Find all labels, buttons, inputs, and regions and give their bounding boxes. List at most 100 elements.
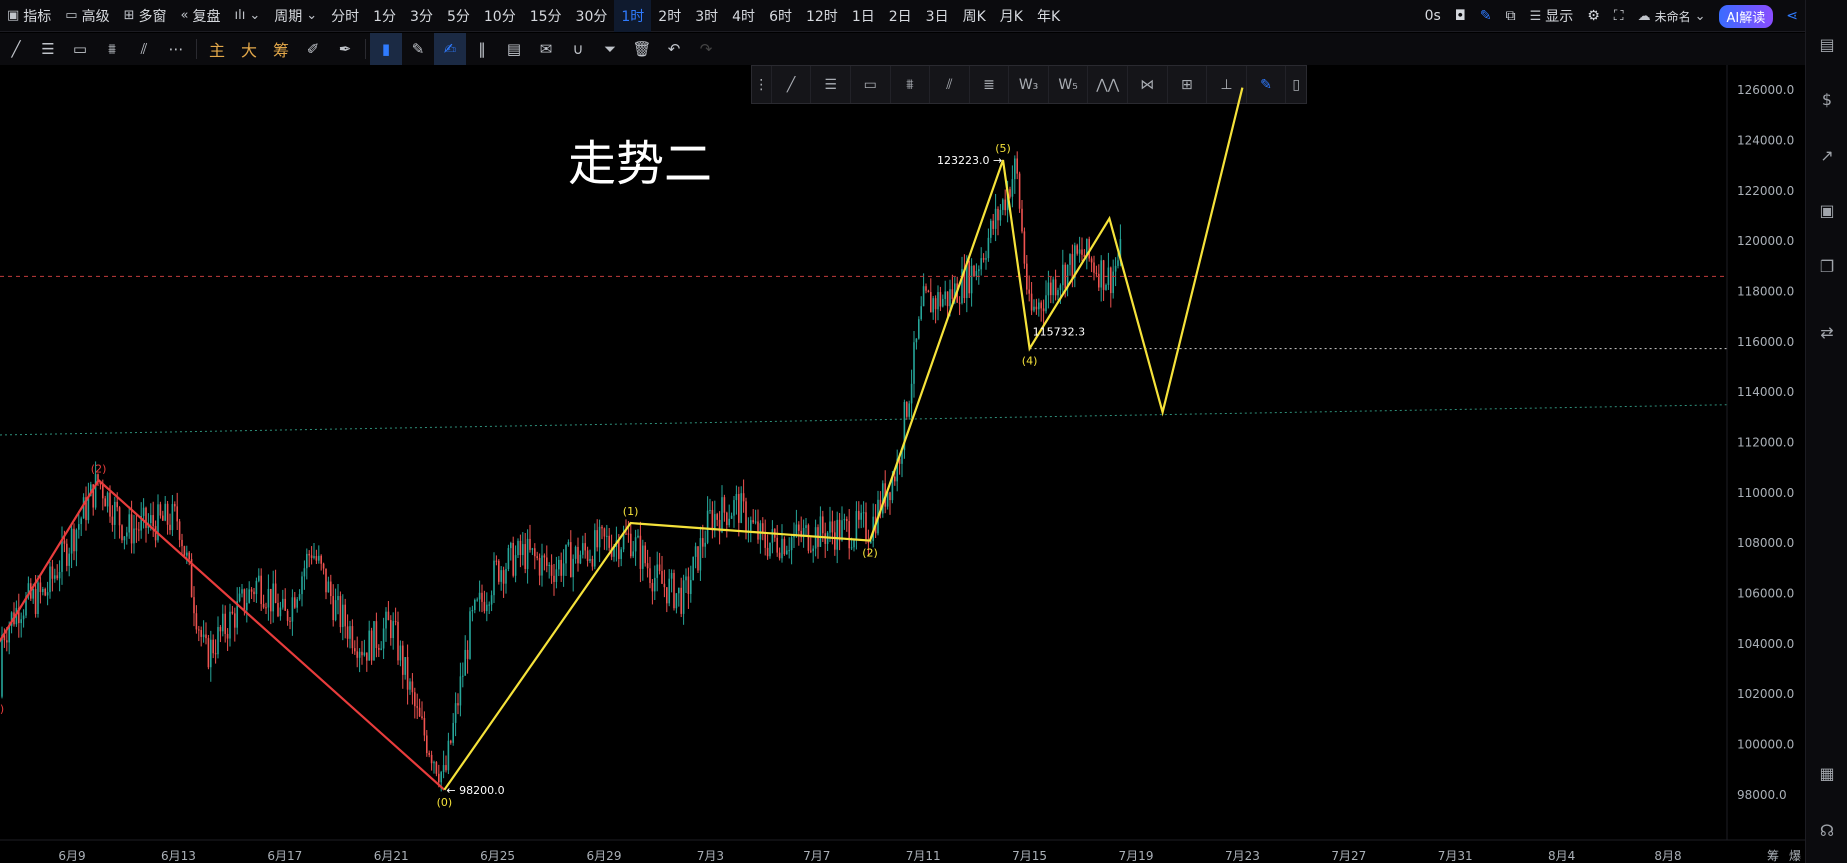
hline-tool-icon[interactable]: ☰ xyxy=(32,33,64,65)
cards-icon[interactable]: ❐ xyxy=(1817,256,1837,276)
period-6[interactable]: 30分 xyxy=(569,0,615,32)
swap-icon[interactable]: ⇄ xyxy=(1817,322,1837,342)
candle-body-318 xyxy=(764,532,766,548)
candle-body-350 xyxy=(841,520,843,541)
note-icon[interactable]: ✉ xyxy=(530,33,562,65)
camera-icon[interactable]: ◘ xyxy=(1448,0,1473,32)
candle-body-209 xyxy=(502,570,505,584)
display-button[interactable]: ☰ 显示 xyxy=(1523,0,1581,32)
more-tools-icon[interactable]: ⋯ xyxy=(160,33,192,65)
y-tick-5: 108000.0 xyxy=(1737,536,1794,550)
candle-body-89 xyxy=(214,653,217,655)
redo-icon[interactable]: ↷ xyxy=(690,33,722,65)
rect-tool-icon[interactable]: ▭ xyxy=(64,33,96,65)
period-8[interactable]: 2时 xyxy=(651,0,688,32)
trend-icon[interactable]: ↗ xyxy=(1817,145,1837,165)
period-18[interactable]: 年K xyxy=(1030,0,1067,32)
candle-body-211 xyxy=(507,548,510,569)
advanced-button[interactable]: ▭ 高级 xyxy=(58,0,116,32)
period-4[interactable]: 10分 xyxy=(477,0,523,32)
period-12[interactable]: 12时 xyxy=(799,0,845,32)
trash-icon[interactable]: 🗑 xyxy=(626,33,658,65)
main-toggle[interactable]: 主 xyxy=(201,33,233,65)
multi-window-button[interactable]: ⊞ 多窗 xyxy=(117,0,174,32)
candle-body-144 xyxy=(346,626,349,639)
undo-icon[interactable]: ↶ xyxy=(658,33,690,65)
period-10[interactable]: 4时 xyxy=(725,0,762,32)
period-1[interactable]: 1分 xyxy=(366,0,403,32)
fib-tool-icon[interactable]: ⫽ xyxy=(128,33,160,65)
candle-body-62 xyxy=(150,515,152,524)
chip-toggle[interactable]: 筹 xyxy=(265,33,297,65)
share-icon[interactable]: ⋖ xyxy=(1779,0,1805,32)
brush-icon[interactable]: ✒ xyxy=(329,33,361,65)
candle-body-273 xyxy=(656,564,658,578)
clipboard-icon[interactable]: ▤ xyxy=(498,33,530,65)
indicator-button[interactable]: ▣ 指标 xyxy=(0,0,58,32)
period-13[interactable]: 1日 xyxy=(845,0,882,32)
candle-body-33 xyxy=(80,518,82,525)
period-15[interactable]: 3日 xyxy=(919,0,956,32)
candle-body-456 xyxy=(1095,272,1098,274)
filter-icon[interactable]: ⏷ xyxy=(594,33,626,65)
period-3[interactable]: 5分 xyxy=(440,0,477,32)
period-16[interactable]: 周K xyxy=(956,0,993,32)
period-2[interactable]: 3分 xyxy=(403,0,440,32)
candle-body-294 xyxy=(706,510,709,543)
big-toggle[interactable]: 大 xyxy=(233,33,265,65)
period-17[interactable]: 月K xyxy=(993,0,1030,32)
candle-body-130 xyxy=(313,556,315,558)
candle-body-417 xyxy=(1002,199,1004,210)
candle-body-54 xyxy=(130,514,133,544)
candle-body-96 xyxy=(231,611,234,614)
period-11[interactable]: 6时 xyxy=(762,0,799,32)
candle-body-113 xyxy=(272,583,274,612)
period-14[interactable]: 2日 xyxy=(882,0,919,32)
candle-body-270 xyxy=(649,568,651,583)
magnet-icon[interactable]: ∪ xyxy=(562,33,594,65)
candle-body-20 xyxy=(49,566,51,593)
candle-body-237 xyxy=(570,542,572,578)
draw-pen-icon[interactable]: ✍ xyxy=(434,33,466,65)
settings-icon[interactable]: ⚙ xyxy=(1580,0,1607,32)
period-0[interactable]: 分时 xyxy=(324,0,366,32)
chart-type-button[interactable]: ılı ⌄ xyxy=(227,0,267,32)
monitor-icon[interactable]: ▣ xyxy=(1817,200,1837,220)
edit-icon[interactable]: ✐ xyxy=(297,33,329,65)
ruler-icon[interactable]: ✎ xyxy=(402,33,434,65)
price-tag-icon[interactable]: $ xyxy=(1817,89,1837,109)
ai-analysis-button[interactable]: AI解读 xyxy=(1718,4,1774,28)
channel-tool-icon[interactable]: ⩩ xyxy=(96,33,128,65)
bookmark-icon[interactable]: ▮ xyxy=(370,33,402,65)
layout-panel-icon[interactable]: ▦ xyxy=(1817,763,1837,783)
line-tool-icon[interactable]: ╱ xyxy=(0,33,32,65)
candle-body-446 xyxy=(1071,254,1074,278)
period-9[interactable]: 3时 xyxy=(688,0,725,32)
candle-body-385 xyxy=(925,286,927,291)
period-menu-button[interactable]: 周期 ⌄ xyxy=(267,0,324,32)
candle-body-183 xyxy=(440,772,442,783)
price-chart[interactable]: 118602.453:21 )(2)(0)(1)(2)(5)(4)123223.… xyxy=(0,65,1805,863)
candle-body-68 xyxy=(164,503,166,521)
period-5[interactable]: 15分 xyxy=(523,0,569,32)
candle-body-223 xyxy=(536,556,538,558)
cloud-save-button[interactable]: ☁ 未命名 ⌄ xyxy=(1631,0,1713,32)
candle-body-85 xyxy=(205,634,207,639)
candle-body-138 xyxy=(332,596,334,621)
period-7[interactable]: 1时 xyxy=(614,0,652,32)
candle-body-239 xyxy=(574,546,577,559)
candlestick-series xyxy=(1,151,1122,792)
candle-body-280 xyxy=(673,572,675,609)
pen-icon[interactable]: ✎ xyxy=(1473,0,1499,32)
candle-body-257 xyxy=(618,540,620,559)
candle-body-227 xyxy=(546,557,548,566)
candle-body-123 xyxy=(296,599,298,608)
candle-body-229 xyxy=(550,564,553,576)
candles-icon[interactable]: ‖ xyxy=(466,33,498,65)
headset-icon[interactable]: ☊ xyxy=(1817,820,1837,840)
replay-button[interactable]: « 复盘 xyxy=(174,0,228,32)
document-icon[interactable]: ▤ xyxy=(1817,34,1837,54)
layout-icon[interactable]: ⧉ xyxy=(1499,0,1523,32)
fullscreen-icon[interactable]: ⛶ xyxy=(1607,0,1631,32)
candle-body-358 xyxy=(860,512,862,520)
